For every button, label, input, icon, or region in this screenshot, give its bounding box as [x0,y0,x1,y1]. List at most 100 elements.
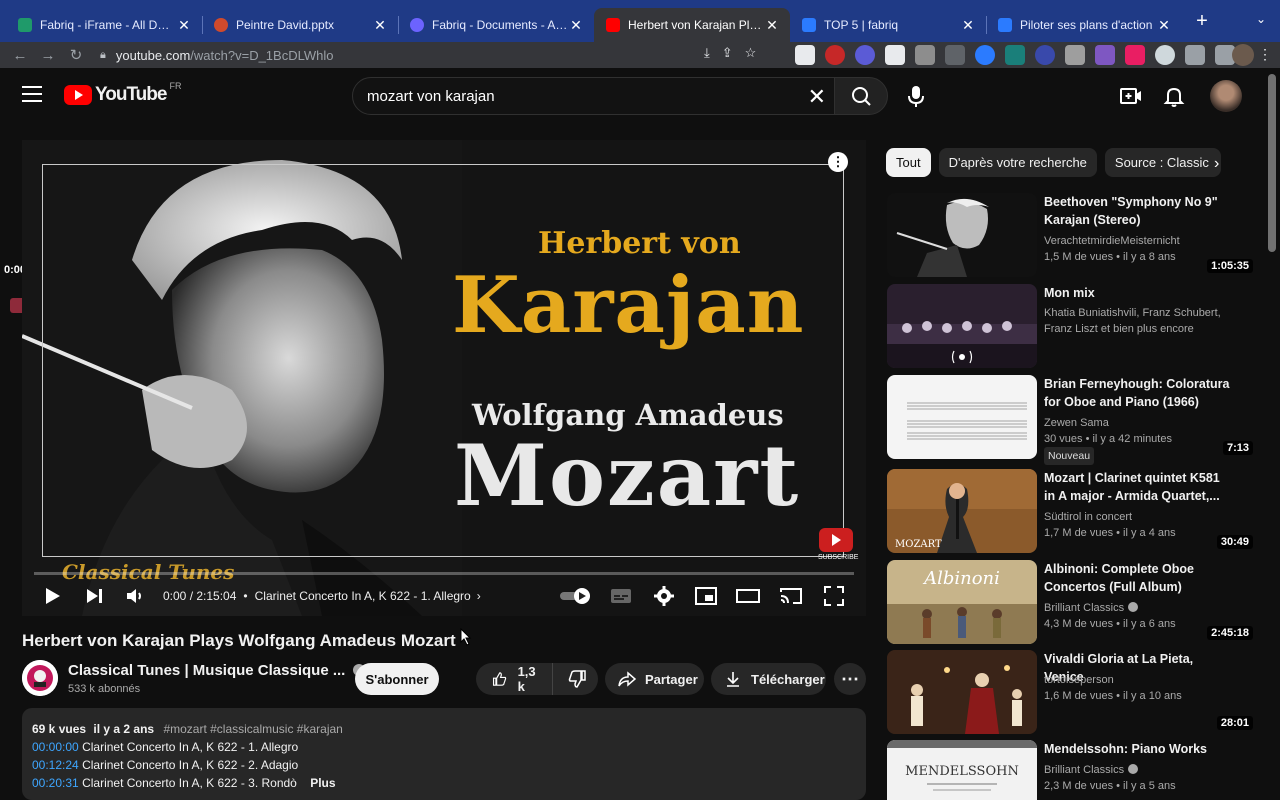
verified-check-icon [1128,602,1139,612]
chapter-timestamp[interactable]: 00:00:00 [32,740,79,754]
extension-fabriq-icon[interactable] [855,45,875,65]
video-player[interactable]: Herbert von Karajan Wolfgang Amadeus Moz… [22,140,866,616]
extension-pen-icon[interactable] [915,45,935,65]
install-app-icon[interactable]: ⤓ [704,45,710,61]
chapter-timestamp[interactable]: 00:12:24 [32,758,79,772]
youtube-play-logo-icon [64,85,92,105]
channel-avatar[interactable] [22,660,58,696]
close-tab-icon[interactable]: ✕ [176,17,192,34]
show-more-link[interactable]: Plus [310,776,335,790]
player-info-icon[interactable]: ⋮ [828,152,848,172]
recommendation-item[interactable]: 7:13 Brian Ferneyhough: Coloratura for O… [887,375,1257,465]
chapter-line: 00:00:00 Clarinet Concerto In A, K 622 -… [32,738,856,756]
subscribe-button[interactable]: S'abonner [355,663,439,695]
browser-menu-icon[interactable]: ⋮ [1258,46,1272,63]
extension-window-icon[interactable] [945,45,965,65]
reload-icon[interactable]: ↻ [62,46,90,64]
rec-stats: 2,3 M de vues • il y a 5 ans [1044,780,1176,792]
extension-1password-icon[interactable] [1155,45,1175,65]
next-icon[interactable] [84,584,106,608]
rec-stats: 1,6 M de vues • il y a 10 ans [1044,690,1182,702]
recommendation-item[interactable]: MENDELSSOHN Mendelssohn: Piano Works Bri… [887,740,1257,800]
chip-all[interactable]: Tout [886,148,931,177]
extension-reader-icon[interactable] [795,45,815,65]
more-actions-icon[interactable]: ⋯ [834,663,866,695]
progress-bar[interactable] [34,572,854,575]
extension-circle-icon[interactable] [1035,45,1055,65]
chapter-chevron-icon[interactable]: › [477,589,481,603]
chip-from-search[interactable]: D'après votre recherche [938,148,1097,177]
tab-title: Herbert von Karajan Plays W [628,18,764,32]
browser-tab[interactable]: Fabriq - Documents - All D ✕ [398,8,595,42]
user-avatar[interactable] [1210,80,1242,112]
browser-profile-avatar[interactable] [1232,44,1254,66]
subtitles-icon[interactable] [609,584,633,608]
forward-arrow-icon[interactable]: → [34,47,62,64]
autoplay-toggle-icon[interactable] [558,584,594,608]
address-bar[interactable]: 🔒︎ youtube.com/watch?v=D_1BcDLWhlo [100,42,790,68]
extension-teal-icon[interactable] [1005,45,1025,65]
chips-next-chevron-icon[interactable]: › [1214,155,1219,173]
extension-pink-icon[interactable] [1125,45,1145,65]
search-input[interactable] [353,78,783,114]
recommendation-item[interactable]: Albinoni 2:45:18 Albinoni: Complete Oboe… [887,560,1257,644]
chapter-line: 00:12:24 Clarinet Concerto In A, K 622 -… [32,756,856,774]
chip-source[interactable]: Source : Classic [1104,148,1221,177]
page-scrollbar[interactable] [1268,74,1276,252]
menu-hamburger-icon[interactable] [22,86,42,107]
browser-tab[interactable]: Piloter ses plans d'action ✕ [986,8,1182,42]
download-button[interactable]: Télécharger [711,663,826,695]
extension-adblock-icon[interactable] [825,45,845,65]
close-tab-icon[interactable]: ✕ [372,17,388,34]
share-icon[interactable]: ⇪ [722,45,733,61]
rec-channel-text: Brilliant Classics [1044,602,1125,614]
channel-name[interactable]: Classical Tunes | Musique Classique ... [68,662,366,679]
browser-tab[interactable]: TOP 5 | fabriq ✕ [790,8,987,42]
recommendation-item[interactable]: MOZART 30:49 Mozart | Clarinet quintet K… [887,469,1257,553]
clear-search-icon[interactable]: ✕ [808,84,826,110]
bookmark-star-icon[interactable]: ☆ [745,45,757,61]
chart-favicon-icon [998,18,1012,32]
powerpoint-favicon-icon [214,18,228,32]
download-icon [727,672,739,687]
dislike-button[interactable] [553,663,601,695]
description-box[interactable]: 69 k vues il y a 2 ans #mozart #classica… [22,708,866,800]
extensions-puzzle-icon[interactable] [1185,45,1205,65]
extension-edit-icon[interactable] [885,45,905,65]
create-video-icon[interactable] [1119,84,1143,108]
close-tab-icon[interactable]: ✕ [764,17,780,34]
theater-mode-icon[interactable] [736,584,760,608]
extension-camera-icon[interactable] [1065,45,1085,65]
close-tab-icon[interactable]: ✕ [568,17,584,34]
like-button[interactable]: 1,3 k [476,663,554,695]
close-tab-icon[interactable]: ✕ [1156,17,1172,34]
browser-tab[interactable]: Fabriq - iFrame - All Docum ✕ [6,8,203,42]
chapter-timestamp[interactable]: 00:20:31 [32,776,79,790]
close-tab-icon[interactable]: ✕ [960,17,976,34]
share-button[interactable]: Partager [605,663,704,695]
new-tab-plus-icon[interactable]: + [1190,10,1214,33]
subscribe-watermark[interactable]: SUBSCRIBE [818,528,858,562]
browser-tab-active[interactable]: Herbert von Karajan Plays W ✕ [594,8,790,42]
voice-search-button[interactable] [898,78,934,114]
extension-blue-icon[interactable] [975,45,995,65]
thumbnail-title-karajan: Karajan [452,260,805,351]
back-arrow-icon[interactable]: ← [6,47,34,64]
recommendation-item[interactable]: 1:05:35 Beethoven "Symphony No 9" Karaja… [887,193,1257,277]
miniplayer-icon[interactable] [694,584,718,608]
recommendation-item[interactable]: Mon mix Khatia Buniatishvili, Franz Schu… [887,284,1257,368]
recommendation-item[interactable]: 28:01 Vivaldi Gloria at La Pieta, Venice… [887,650,1257,734]
play-icon[interactable] [42,584,64,608]
browser-tab[interactable]: Peintre David.pptx ✕ [202,8,399,42]
notifications-bell-icon[interactable] [1162,84,1186,108]
fullscreen-icon[interactable] [822,584,846,608]
search-button[interactable] [834,77,888,115]
cast-icon[interactable] [779,584,803,608]
hashtags[interactable]: #mozart #classicalmusic #karajan [163,722,342,736]
settings-gear-icon[interactable] [652,584,676,608]
tab-search-chevron-icon[interactable]: ⌄ [1256,12,1266,26]
youtube-logo[interactable]: YouTube FR [64,81,181,106]
extension-puzzle-color-icon[interactable] [1095,45,1115,65]
volume-icon[interactable] [124,584,146,608]
chapter-title[interactable]: Clarinet Concerto In A, K 622 - 1. Alleg… [255,589,471,603]
